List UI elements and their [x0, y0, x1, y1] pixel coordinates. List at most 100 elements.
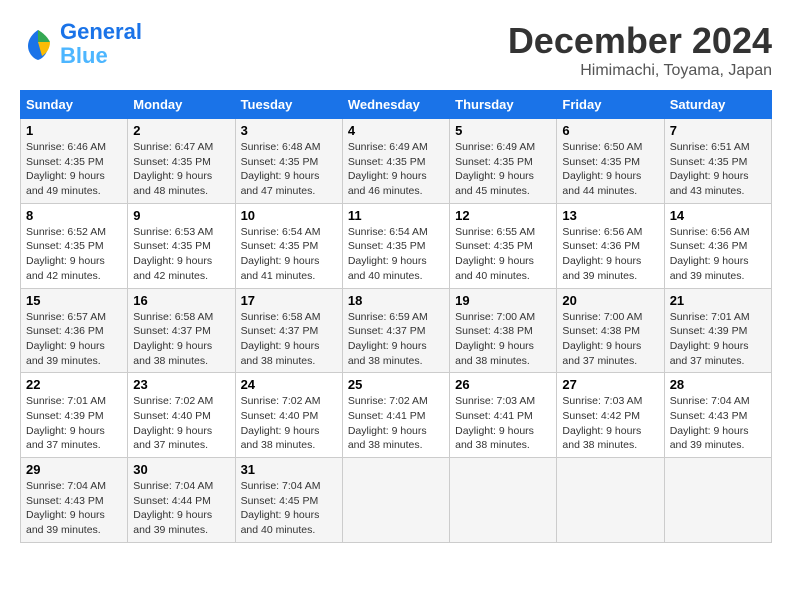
day-number: 1 — [26, 123, 122, 138]
day-number: 8 — [26, 208, 122, 223]
day-header-friday: Friday — [557, 91, 664, 119]
day-number: 4 — [348, 123, 444, 138]
day-info: Sunrise: 7:00 AMSunset: 4:38 PMDaylight:… — [455, 311, 535, 367]
day-info: Sunrise: 6:58 AMSunset: 4:37 PMDaylight:… — [241, 311, 321, 367]
day-number: 11 — [348, 208, 444, 223]
day-header-saturday: Saturday — [664, 91, 771, 119]
calendar-header-row: SundayMondayTuesdayWednesdayThursdayFrid… — [21, 91, 772, 119]
day-number: 17 — [241, 293, 337, 308]
day-info: Sunrise: 6:56 AMSunset: 4:36 PMDaylight:… — [562, 226, 642, 282]
calendar-week-row: 15 Sunrise: 6:57 AMSunset: 4:36 PMDaylig… — [21, 288, 772, 373]
logo-icon — [20, 26, 56, 62]
calendar-cell: 9 Sunrise: 6:53 AMSunset: 4:35 PMDayligh… — [128, 203, 235, 288]
day-info: Sunrise: 7:02 AMSunset: 4:41 PMDaylight:… — [348, 395, 428, 451]
day-info: Sunrise: 7:04 AMSunset: 4:45 PMDaylight:… — [241, 480, 321, 536]
day-info: Sunrise: 6:57 AMSunset: 4:36 PMDaylight:… — [26, 311, 106, 367]
day-info: Sunrise: 6:52 AMSunset: 4:35 PMDaylight:… — [26, 226, 106, 282]
day-info: Sunrise: 6:46 AMSunset: 4:35 PMDaylight:… — [26, 141, 106, 197]
logo-text: GeneralBlue — [60, 20, 142, 68]
day-number: 10 — [241, 208, 337, 223]
day-number: 3 — [241, 123, 337, 138]
calendar-cell: 30 Sunrise: 7:04 AMSunset: 4:44 PMDaylig… — [128, 458, 235, 543]
location: Himimachi, Toyama, Japan — [508, 62, 772, 80]
title-block: December 2024 Himimachi, Toyama, Japan — [508, 20, 772, 80]
month-title: December 2024 — [508, 20, 772, 62]
day-number: 16 — [133, 293, 229, 308]
day-info: Sunrise: 6:55 AMSunset: 4:35 PMDaylight:… — [455, 226, 535, 282]
day-number: 5 — [455, 123, 551, 138]
calendar-cell: 21 Sunrise: 7:01 AMSunset: 4:39 PMDaylig… — [664, 288, 771, 373]
calendar-cell: 11 Sunrise: 6:54 AMSunset: 4:35 PMDaylig… — [342, 203, 449, 288]
day-info: Sunrise: 6:49 AMSunset: 4:35 PMDaylight:… — [455, 141, 535, 197]
calendar-cell: 12 Sunrise: 6:55 AMSunset: 4:35 PMDaylig… — [450, 203, 557, 288]
calendar-week-row: 1 Sunrise: 6:46 AMSunset: 4:35 PMDayligh… — [21, 119, 772, 204]
calendar-cell: 17 Sunrise: 6:58 AMSunset: 4:37 PMDaylig… — [235, 288, 342, 373]
calendar-week-row: 8 Sunrise: 6:52 AMSunset: 4:35 PMDayligh… — [21, 203, 772, 288]
calendar-cell: 14 Sunrise: 6:56 AMSunset: 4:36 PMDaylig… — [664, 203, 771, 288]
day-info: Sunrise: 7:03 AMSunset: 4:42 PMDaylight:… — [562, 395, 642, 451]
logo: GeneralBlue — [20, 20, 142, 68]
calendar-cell: 8 Sunrise: 6:52 AMSunset: 4:35 PMDayligh… — [21, 203, 128, 288]
day-number: 20 — [562, 293, 658, 308]
calendar-week-row: 22 Sunrise: 7:01 AMSunset: 4:39 PMDaylig… — [21, 373, 772, 458]
calendar-cell — [450, 458, 557, 543]
day-header-tuesday: Tuesday — [235, 91, 342, 119]
calendar-cell: 27 Sunrise: 7:03 AMSunset: 4:42 PMDaylig… — [557, 373, 664, 458]
calendar-cell: 13 Sunrise: 6:56 AMSunset: 4:36 PMDaylig… — [557, 203, 664, 288]
day-info: Sunrise: 7:04 AMSunset: 4:44 PMDaylight:… — [133, 480, 213, 536]
day-number: 12 — [455, 208, 551, 223]
day-number: 30 — [133, 462, 229, 477]
day-header-wednesday: Wednesday — [342, 91, 449, 119]
day-header-sunday: Sunday — [21, 91, 128, 119]
day-number: 6 — [562, 123, 658, 138]
day-number: 9 — [133, 208, 229, 223]
calendar-table: SundayMondayTuesdayWednesdayThursdayFrid… — [20, 90, 772, 543]
calendar-cell: 25 Sunrise: 7:02 AMSunset: 4:41 PMDaylig… — [342, 373, 449, 458]
day-info: Sunrise: 7:02 AMSunset: 4:40 PMDaylight:… — [133, 395, 213, 451]
calendar-cell: 1 Sunrise: 6:46 AMSunset: 4:35 PMDayligh… — [21, 119, 128, 204]
calendar-cell: 7 Sunrise: 6:51 AMSunset: 4:35 PMDayligh… — [664, 119, 771, 204]
calendar-cell: 18 Sunrise: 6:59 AMSunset: 4:37 PMDaylig… — [342, 288, 449, 373]
calendar-cell: 20 Sunrise: 7:00 AMSunset: 4:38 PMDaylig… — [557, 288, 664, 373]
day-number: 26 — [455, 377, 551, 392]
day-info: Sunrise: 7:01 AMSunset: 4:39 PMDaylight:… — [670, 311, 750, 367]
calendar-cell: 2 Sunrise: 6:47 AMSunset: 4:35 PMDayligh… — [128, 119, 235, 204]
calendar-cell: 4 Sunrise: 6:49 AMSunset: 4:35 PMDayligh… — [342, 119, 449, 204]
day-info: Sunrise: 6:54 AMSunset: 4:35 PMDaylight:… — [241, 226, 321, 282]
calendar-cell: 29 Sunrise: 7:04 AMSunset: 4:43 PMDaylig… — [21, 458, 128, 543]
day-info: Sunrise: 6:48 AMSunset: 4:35 PMDaylight:… — [241, 141, 321, 197]
calendar-cell: 23 Sunrise: 7:02 AMSunset: 4:40 PMDaylig… — [128, 373, 235, 458]
calendar-cell: 5 Sunrise: 6:49 AMSunset: 4:35 PMDayligh… — [450, 119, 557, 204]
day-number: 24 — [241, 377, 337, 392]
calendar-cell — [557, 458, 664, 543]
calendar-cell: 28 Sunrise: 7:04 AMSunset: 4:43 PMDaylig… — [664, 373, 771, 458]
day-number: 29 — [26, 462, 122, 477]
day-info: Sunrise: 6:53 AMSunset: 4:35 PMDaylight:… — [133, 226, 213, 282]
day-number: 21 — [670, 293, 766, 308]
day-number: 18 — [348, 293, 444, 308]
day-info: Sunrise: 6:49 AMSunset: 4:35 PMDaylight:… — [348, 141, 428, 197]
day-info: Sunrise: 7:04 AMSunset: 4:43 PMDaylight:… — [670, 395, 750, 451]
calendar-week-row: 29 Sunrise: 7:04 AMSunset: 4:43 PMDaylig… — [21, 458, 772, 543]
calendar-cell: 15 Sunrise: 6:57 AMSunset: 4:36 PMDaylig… — [21, 288, 128, 373]
day-header-monday: Monday — [128, 91, 235, 119]
day-number: 25 — [348, 377, 444, 392]
day-info: Sunrise: 7:04 AMSunset: 4:43 PMDaylight:… — [26, 480, 106, 536]
day-number: 7 — [670, 123, 766, 138]
calendar-cell: 3 Sunrise: 6:48 AMSunset: 4:35 PMDayligh… — [235, 119, 342, 204]
calendar-cell: 31 Sunrise: 7:04 AMSunset: 4:45 PMDaylig… — [235, 458, 342, 543]
day-header-thursday: Thursday — [450, 91, 557, 119]
day-info: Sunrise: 6:54 AMSunset: 4:35 PMDaylight:… — [348, 226, 428, 282]
calendar-cell: 26 Sunrise: 7:03 AMSunset: 4:41 PMDaylig… — [450, 373, 557, 458]
day-number: 31 — [241, 462, 337, 477]
page-header: GeneralBlue December 2024 Himimachi, Toy… — [20, 20, 772, 80]
calendar-cell: 6 Sunrise: 6:50 AMSunset: 4:35 PMDayligh… — [557, 119, 664, 204]
day-info: Sunrise: 6:51 AMSunset: 4:35 PMDaylight:… — [670, 141, 750, 197]
day-number: 23 — [133, 377, 229, 392]
day-info: Sunrise: 6:47 AMSunset: 4:35 PMDaylight:… — [133, 141, 213, 197]
day-info: Sunrise: 7:03 AMSunset: 4:41 PMDaylight:… — [455, 395, 535, 451]
calendar-cell: 16 Sunrise: 6:58 AMSunset: 4:37 PMDaylig… — [128, 288, 235, 373]
calendar-cell: 24 Sunrise: 7:02 AMSunset: 4:40 PMDaylig… — [235, 373, 342, 458]
day-info: Sunrise: 7:02 AMSunset: 4:40 PMDaylight:… — [241, 395, 321, 451]
day-info: Sunrise: 6:58 AMSunset: 4:37 PMDaylight:… — [133, 311, 213, 367]
